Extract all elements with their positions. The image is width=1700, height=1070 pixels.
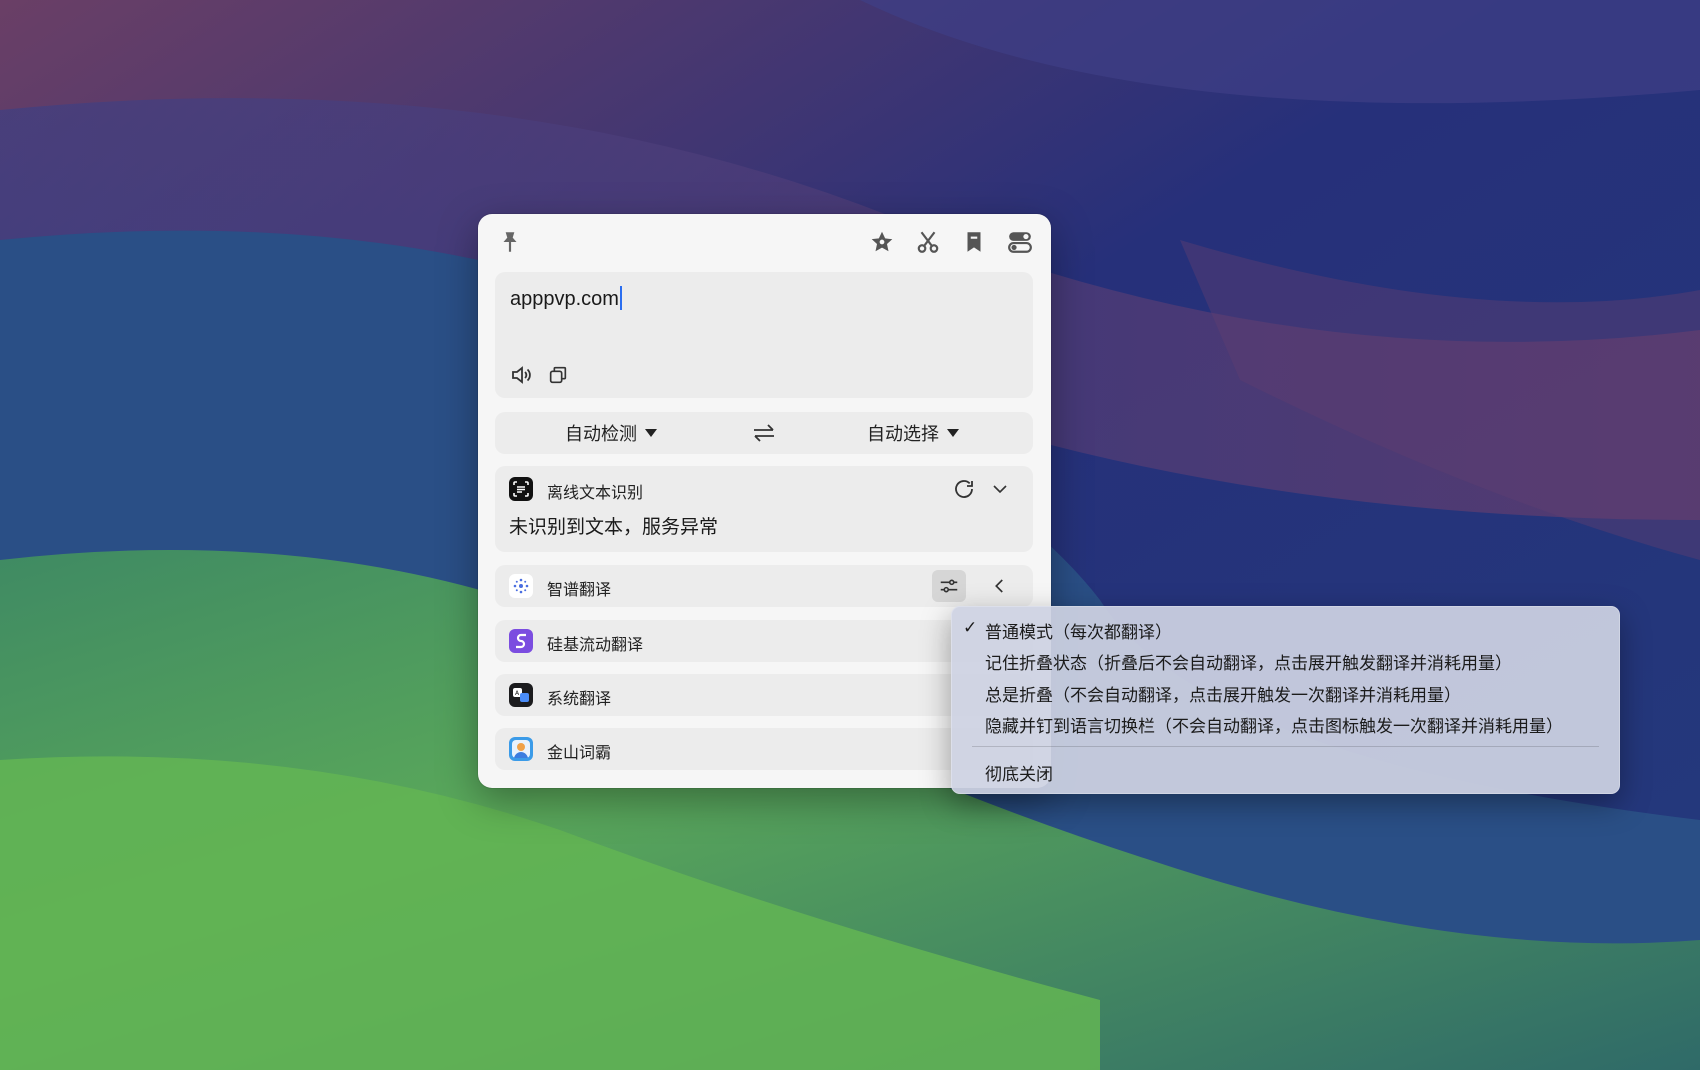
input-text-area[interactable]: apppvp.com xyxy=(495,272,1033,398)
menu-item-remember-collapse[interactable]: 记住折叠状态（折叠后不会自动翻译，点击展开触发翻译并消耗用量） xyxy=(985,649,1512,674)
copy-icon[interactable] xyxy=(545,362,571,388)
chevron-down-icon xyxy=(947,429,959,437)
input-text[interactable]: apppvp.com xyxy=(510,286,622,311)
window-toolbar xyxy=(478,214,1051,268)
menu-separator xyxy=(972,746,1599,747)
display-mode-menu: ✓ 普通模式（每次都翻译） 记住折叠状态（折叠后不会自动翻译，点击展开触发翻译并… xyxy=(951,606,1620,794)
ocr-icon xyxy=(509,477,533,501)
target-language-label: 自动选择 xyxy=(867,424,939,445)
service-name: 智谱翻译 xyxy=(547,580,612,599)
swap-icon[interactable] xyxy=(751,421,777,445)
service-name: 金山词霸 xyxy=(547,743,612,762)
pin-icon[interactable] xyxy=(496,228,524,256)
refresh-icon[interactable] xyxy=(952,477,976,501)
star-icon[interactable] xyxy=(868,228,896,256)
target-language-select[interactable]: 自动选择 xyxy=(867,412,959,454)
service-card-ocr: 离线文本识别 未识别到文本，服务异常 xyxy=(495,466,1033,552)
service-name: 系统翻译 xyxy=(547,689,612,708)
scissors-icon[interactable] xyxy=(914,228,942,256)
system-translate-icon: A xyxy=(509,683,533,707)
chevron-left-icon[interactable] xyxy=(991,577,1009,595)
sliders-icon xyxy=(940,579,958,593)
service-card-zhipu[interactable]: 智谱翻译 xyxy=(495,565,1033,607)
chevron-down-icon xyxy=(645,429,657,437)
service-settings-button[interactable] xyxy=(932,570,966,602)
checkmark-icon: ✓ xyxy=(963,618,978,638)
service-name: 离线文本识别 xyxy=(547,483,644,502)
bookmark-icon[interactable] xyxy=(960,228,988,256)
source-language-select[interactable]: 自动检测 xyxy=(565,412,657,454)
menu-item-disable[interactable]: 彻底关闭 xyxy=(985,760,1053,785)
language-bar: 自动检测 自动选择 xyxy=(495,412,1033,454)
service-name: 硅基流动翻译 xyxy=(547,635,644,654)
toggle-icon[interactable] xyxy=(1006,228,1034,256)
iciba-icon xyxy=(509,737,533,761)
zhipu-icon xyxy=(509,574,533,598)
text-caret xyxy=(619,286,622,310)
menu-item-always-collapse[interactable]: 总是折叠（不会自动翻译，点击展开触发一次翻译并消耗用量） xyxy=(985,681,1461,706)
speaker-icon[interactable] xyxy=(508,362,534,388)
ocr-result-message: 未识别到文本，服务异常 xyxy=(509,516,719,538)
source-language-label: 自动检测 xyxy=(565,424,637,445)
menu-item-hide-and-pin[interactable]: 隐藏并钉到语言切换栏（不会自动翻译，点击图标触发一次翻译并消耗用量） xyxy=(985,712,1563,737)
menu-item-normal-mode[interactable]: ✓ 普通模式（每次都翻译） xyxy=(963,618,1172,643)
chevron-down-icon[interactable] xyxy=(991,480,1009,498)
siliconflow-icon xyxy=(509,629,533,653)
